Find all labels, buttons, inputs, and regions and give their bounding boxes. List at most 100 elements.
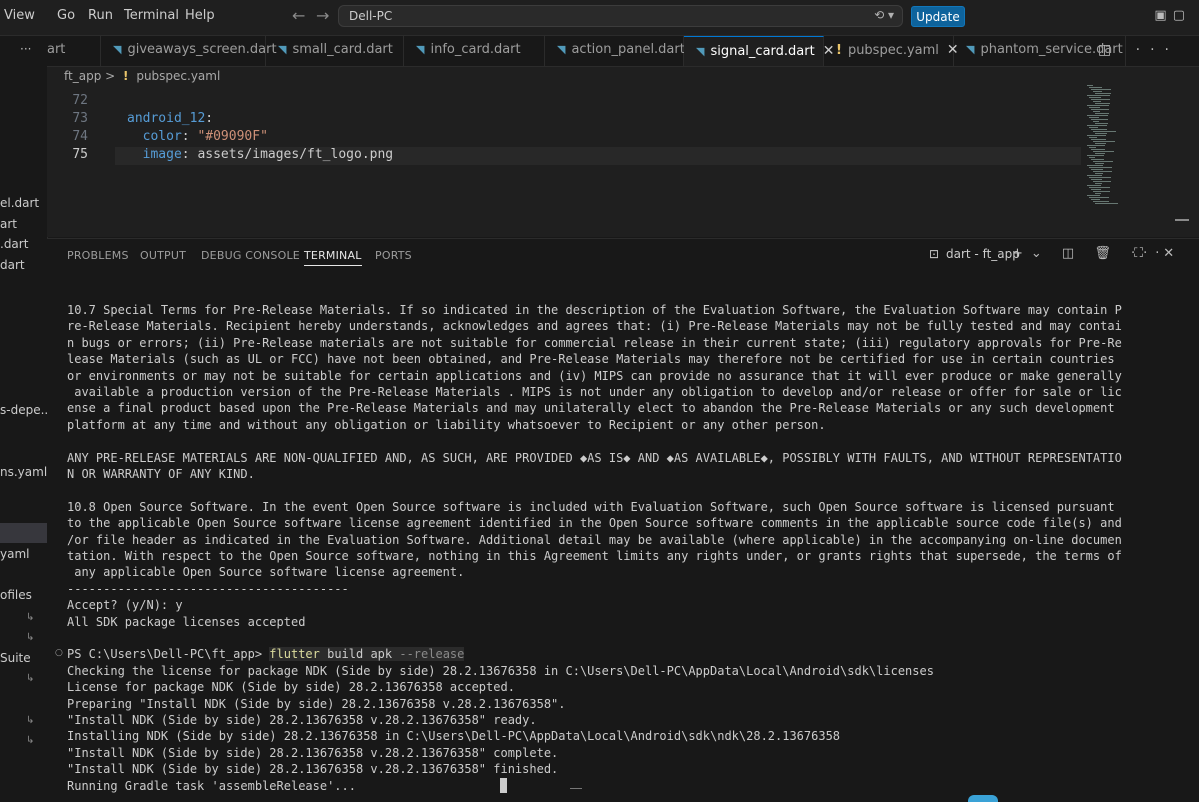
minimap-line xyxy=(1091,109,1109,110)
minimap[interactable] xyxy=(1087,85,1118,205)
tab-giveaways-screen-dart[interactable]: ◥ giveaways_screen.dart xyxy=(101,36,277,66)
terminal-line: All SDK package licenses accepted xyxy=(67,614,306,629)
minimap-line xyxy=(1089,197,1109,198)
command-center-search[interactable]: Dell-PC ⟲ ▾ xyxy=(338,5,903,27)
tab-output[interactable]: OUTPUT xyxy=(140,249,186,262)
dart-file-icon: ◥ xyxy=(557,43,566,56)
tab-art[interactable]: art xyxy=(47,36,101,66)
tab-action-panel-dart[interactable]: ◥ action_panel.dart xyxy=(545,36,685,66)
yaml-icon: ! xyxy=(123,69,129,83)
terminal-output-text: Running Gradle task 'assembleRelease'... xyxy=(67,778,356,793)
minimap-line xyxy=(1093,151,1114,152)
command-decoration-icon[interactable]: ○ xyxy=(55,648,63,658)
minimap-line xyxy=(1091,199,1100,200)
sidebar-file-item[interactable]: s-depe... xyxy=(0,403,47,417)
sidebar-file-item[interactable]: el.dart xyxy=(0,196,39,210)
menu-help[interactable]: Help xyxy=(185,8,215,23)
menu-view[interactable]: View xyxy=(4,8,35,23)
code-editor[interactable]: ft_app > ! pubspec.yaml 72 73 android_12: 7… xyxy=(47,67,1199,237)
minimap-line xyxy=(1093,171,1112,172)
more-actions-icon[interactable]: ··· xyxy=(20,42,31,56)
terminal-instance-name[interactable]: dart - ft_app xyxy=(946,247,1020,261)
breadcrumb-file[interactable]: pubspec.yaml xyxy=(136,69,220,83)
code-line[interactable]: 75 image: assets/images/ft_logo.png xyxy=(47,147,1047,165)
minimap-line xyxy=(1087,95,1110,96)
dart-file-icon: ◥ xyxy=(113,43,122,56)
sidebar-file-item[interactable]: ns.yaml xyxy=(0,465,47,479)
breadcrumb: ft_app > ! pubspec.yaml xyxy=(64,69,220,83)
sidebar-file-item[interactable]: .dart xyxy=(0,237,28,251)
sidebar-file-item[interactable]: ofiles xyxy=(0,588,32,602)
minimap-line xyxy=(1091,149,1105,150)
dart-file-icon: ◥ xyxy=(416,43,425,56)
terminal-line: ense a final product based upon the Pre-… xyxy=(67,401,1115,416)
terminal-output-text: License for package NDK (Side by side) 2… xyxy=(67,680,515,695)
divider xyxy=(570,788,582,789)
minimap-line xyxy=(1089,97,1101,98)
minimap-line xyxy=(1093,91,1102,92)
terminal-line: ANY PRE-RELEASE MATERIALS ARE NON-QUALIF… xyxy=(67,450,1122,465)
copilot-badge-icon[interactable] xyxy=(968,795,998,802)
maximize-panel-icon[interactable]: ⛶ ✕ xyxy=(1134,246,1182,261)
terminal-line: lease Materials (such as UL or FCC) have… xyxy=(67,352,1115,367)
minimap-line xyxy=(1089,117,1099,118)
minimap-line xyxy=(1087,155,1104,156)
menu-run[interactable]: Run xyxy=(88,8,113,23)
minimap-line xyxy=(1087,85,1093,86)
minimap-line xyxy=(1091,89,1111,90)
terminal-cmd-flag: --release xyxy=(399,647,465,662)
tab-label: giveaways_screen.dart xyxy=(127,42,277,57)
layout-controls-icon[interactable]: ▣▢ xyxy=(1154,8,1191,23)
symlink-icon: ↳ xyxy=(26,673,35,684)
minimap-line xyxy=(1087,125,1107,126)
minimap-line xyxy=(1091,179,1102,180)
panel-header: PROBLEMS OUTPUT DEBUG CONSOLE TERMINAL P… xyxy=(47,238,1199,273)
terminal-line: 10.8 Open Source Software. In the event … xyxy=(67,499,1115,514)
tab-problems[interactable]: PROBLEMS xyxy=(67,249,129,262)
terminal-output-line: Preparing "Install NDK (Side by side) 28… xyxy=(67,696,566,712)
sidebar-file-item[interactable]: Suite xyxy=(0,651,31,665)
line-number: 72 xyxy=(72,93,88,108)
minimap-line xyxy=(1091,189,1101,190)
minimap-line xyxy=(1095,133,1107,134)
tab-debug-console[interactable]: DEBUG CONSOLE xyxy=(201,249,300,262)
tab-signal-card-dart[interactable]: ◥ signal_card.dart ✕ xyxy=(684,36,834,66)
minimap-line xyxy=(1087,195,1100,196)
terminal-prompt: PS C:\Users\Dell-PC\ft_app> xyxy=(67,647,270,662)
tab-label: signal_card.dart xyxy=(710,44,815,59)
tab-terminal[interactable]: TERMINAL xyxy=(304,249,362,266)
breadcrumb-folder[interactable]: ft_app xyxy=(64,69,101,83)
back-arrow-icon[interactable]: ← xyxy=(292,6,305,25)
dart-file-icon: ◥ xyxy=(696,45,705,58)
menu-terminal[interactable]: Terminal xyxy=(124,8,179,23)
code-line[interactable]: 72 xyxy=(47,93,1047,111)
sidebar-file-item[interactable]: dart xyxy=(0,258,25,272)
minimap-line xyxy=(1093,101,1101,102)
minimap-line xyxy=(1087,105,1109,106)
minimap-line xyxy=(1093,131,1116,132)
minimap-line xyxy=(1091,129,1107,130)
menu-go[interactable]: Go xyxy=(57,8,75,23)
tab-ports[interactable]: PORTS xyxy=(375,249,412,262)
minimap-line xyxy=(1095,173,1103,174)
code-line[interactable]: 73 android_12: xyxy=(47,111,1047,129)
tab-phantom-service-dart[interactable]: ◥ phantom_service.dart xyxy=(954,36,1126,66)
update-button[interactable]: Update xyxy=(911,6,965,27)
code-line[interactable]: 74 color: "#09090F" xyxy=(47,129,1047,147)
terminal-line: re-Release Materials. Recipient hereby u… xyxy=(67,319,1122,334)
forward-arrow-icon[interactable]: → xyxy=(316,6,329,25)
sidebar-file-item[interactable]: art xyxy=(0,217,17,231)
terminal-output-text: Installing NDK (Side by side) 28.2.13676… xyxy=(67,729,841,744)
terminal-output[interactable]: 10.7 Special Terms for Pre-Release Mater… xyxy=(47,273,1199,802)
sidebar-active-row[interactable] xyxy=(0,523,47,543)
tab-info-card-dart[interactable]: ◥ info_card.dart xyxy=(404,36,545,66)
scrollbar-mark[interactable] xyxy=(1175,219,1189,221)
tab-pubspec-yaml[interactable]: ! pubspec.yaml ✕ xyxy=(824,36,959,66)
minimap-line xyxy=(1089,147,1096,148)
sidebar-file-item[interactable]: yaml xyxy=(0,547,29,561)
copilot-icon[interactable]: ⟲ ▾ xyxy=(874,8,894,22)
tab-small-card-dart[interactable]: ◥ small_card.dart xyxy=(266,36,404,66)
tab-label: art xyxy=(47,42,66,57)
terminal-line: N OR WARRANTY OF ANY KIND. xyxy=(67,467,255,481)
minimap-line xyxy=(1095,113,1109,114)
